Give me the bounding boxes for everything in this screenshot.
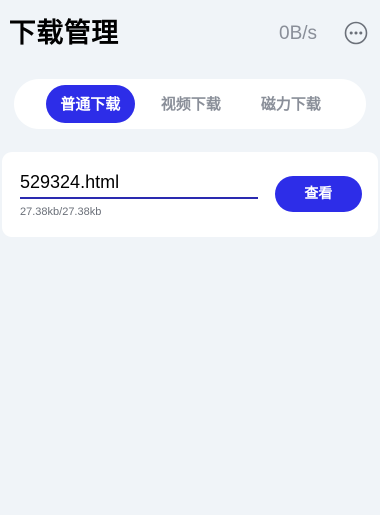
download-item: 529324.html 27.38kb/27.38kb 查看 [2,152,378,237]
header-bar: 下载管理 0B/s [0,0,380,66]
download-filename: 529324.html [20,172,120,192]
download-size: 27.38kb/27.38kb [20,206,102,218]
download-progress-bar [20,197,258,199]
view-button[interactable]: 查看 [275,176,362,212]
tab-normal-download[interactable]: 普通下载 [46,85,135,123]
download-speed: 0B/s [279,23,318,44]
page-title: 下载管理 [9,18,119,49]
tab-magnet-download[interactable]: 磁力下载 [246,85,336,123]
more-options-icon[interactable] [344,21,368,45]
download-progress-fill [20,197,258,199]
download-type-tabs: 普通下载 视频下载 磁力下载 [14,79,366,129]
tab-video-download[interactable]: 视频下载 [146,85,236,123]
